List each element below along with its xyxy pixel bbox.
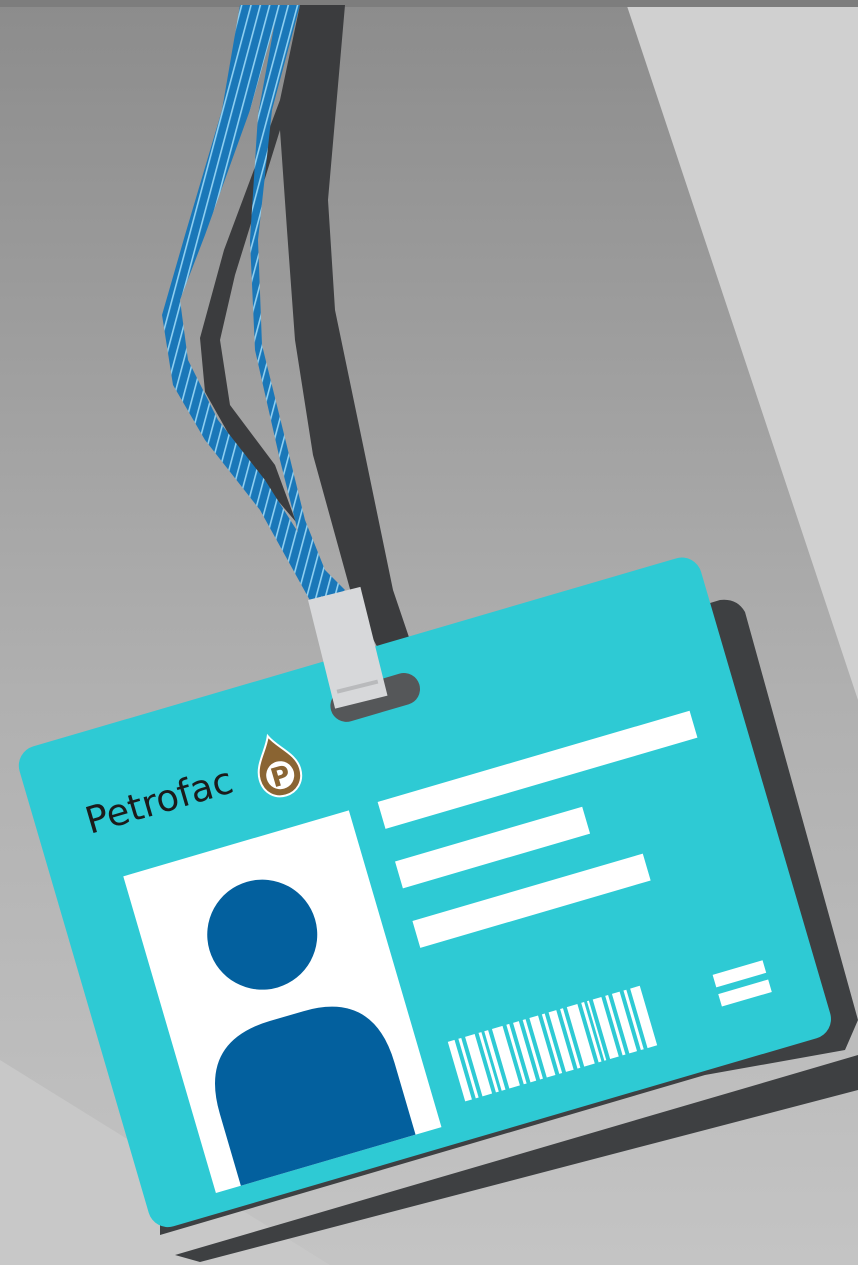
top-border [0, 0, 858, 7]
id-badge-scene: Petrofac P [0, 0, 858, 1265]
